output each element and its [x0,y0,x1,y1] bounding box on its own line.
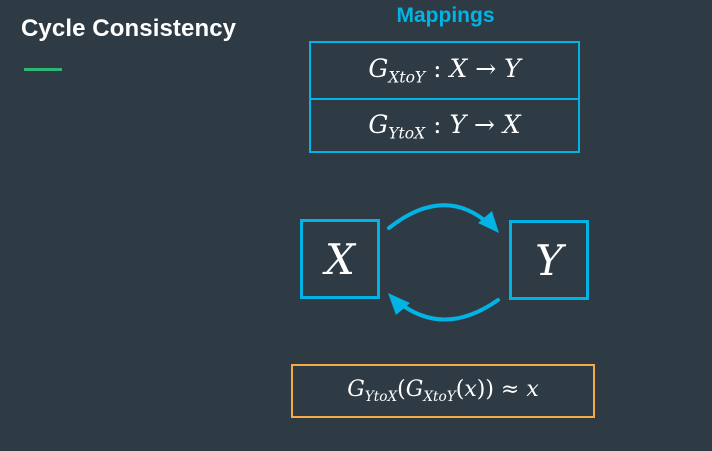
forward-arrowhead-icon [478,211,499,233]
inner-subscript: XtoY [423,388,456,405]
outer-generator: G [347,377,365,403]
inner-generator: G [405,377,424,403]
cycle-consistency-formula: GYtoX(GXtoY(x)) ≈ x [291,364,595,418]
open-paren: ( [397,377,406,403]
variable: x [464,377,477,403]
formula-text: GYtoX(GXtoY(x)) ≈ x [347,377,539,405]
rhs-variable: x [526,377,539,403]
forward-arrow-curve [387,203,492,230]
backward-arrowhead-icon [388,293,410,315]
backward-arrow-curve [396,298,500,322]
approx-symbol: ≈ [500,377,520,403]
close-parens: )) [476,377,494,403]
outer-subscript: YtoX [364,388,398,405]
